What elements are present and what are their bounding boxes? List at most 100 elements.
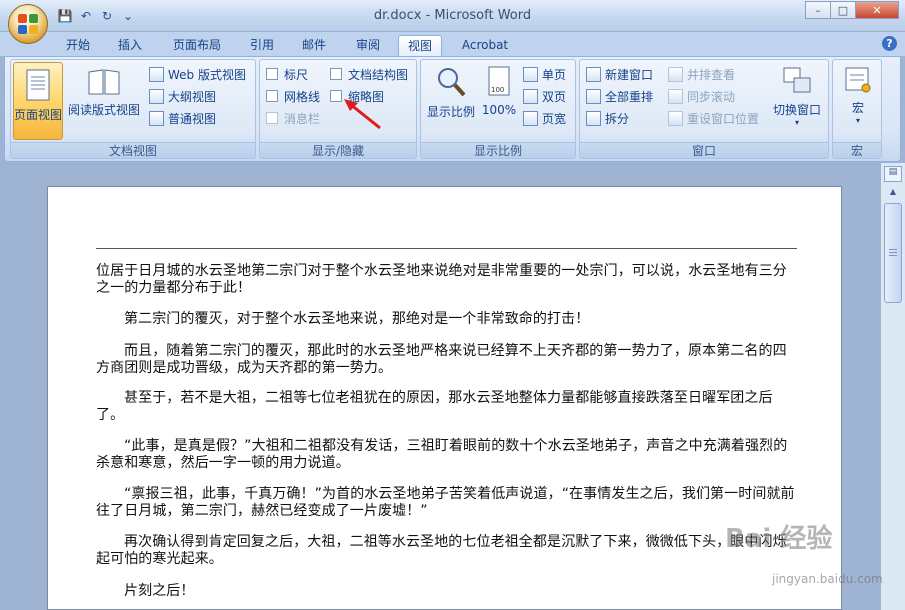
zoom-button[interactable]: 显示比例 xyxy=(425,66,477,120)
group-show-hide: 标尺 网格线 消息栏 文档结构图 缩略图 显示/隐藏 xyxy=(259,59,417,159)
tab-references[interactable]: 引用 xyxy=(242,35,282,56)
svg-text:100: 100 xyxy=(491,86,504,94)
one-page-icon xyxy=(523,66,538,82)
outline-icon xyxy=(149,88,164,104)
message-bar-check-icon xyxy=(266,112,278,124)
paragraph[interactable]: “此事，是真是假？”大祖和二祖都没有发话，三祖盯着眼前的数十个水云圣地弟子，声音… xyxy=(96,438,800,472)
maximize-button[interactable]: □ xyxy=(830,1,856,19)
new-window-label: 新建窗口 xyxy=(605,67,654,82)
ribbon: 页面视图 阅读版式视图 Web 版式视图 大纲视图 普通视图 文档视图 标尺 网… xyxy=(4,56,901,162)
title-bar: 💾 ↶ ↻ ⌄ dr.docx - Microsoft Word – □ ✕ xyxy=(0,0,905,32)
group-label-window: 窗口 xyxy=(580,142,828,158)
two-pages-icon xyxy=(523,88,538,104)
side-by-side-button[interactable]: 并排查看 xyxy=(668,64,735,84)
draft-label: 普通视图 xyxy=(168,111,217,126)
gridlines-label: 网格线 xyxy=(284,89,321,104)
gridlines-check-icon xyxy=(266,90,278,102)
group-label-show-hide: 显示/隐藏 xyxy=(260,142,416,158)
zoom-label: 显示比例 xyxy=(426,105,475,119)
print-layout-icon xyxy=(26,69,50,101)
macros-icon xyxy=(845,67,871,93)
group-label-macros: 宏 xyxy=(833,142,881,158)
message-bar-checkbox[interactable]: 消息栏 xyxy=(266,108,320,128)
tab-acrobat[interactable]: Acrobat xyxy=(452,35,518,56)
macros-dropdown-icon: ▾ xyxy=(855,116,860,125)
tab-review[interactable]: 审阅 xyxy=(346,35,390,56)
page-100-icon: 100 xyxy=(488,66,510,96)
scrollbar-thumb[interactable] xyxy=(884,203,902,303)
ruler-checkbox[interactable]: 标尺 xyxy=(266,64,308,84)
full-screen-reading-label: 阅读版式视图 xyxy=(67,103,140,117)
reading-layout-icon xyxy=(88,69,120,95)
reset-position-button[interactable]: 重设窗口位置 xyxy=(668,108,759,128)
office-logo-icon xyxy=(18,14,38,34)
switch-windows-dropdown-icon: ▾ xyxy=(794,118,799,127)
macros-button[interactable]: 宏 ▾ xyxy=(839,66,877,125)
sync-scroll-icon xyxy=(668,88,683,104)
draft-button[interactable]: 普通视图 xyxy=(149,108,216,128)
gridlines-checkbox[interactable]: 网格线 xyxy=(266,86,320,106)
paragraph[interactable]: 而且，随着第二宗门的覆灭，那此时的水云圣地严格来说已经算不上天齐郡的第一势力了，… xyxy=(96,343,800,377)
ruler-label: 标尺 xyxy=(284,67,309,82)
document-page[interactable]: 位居于日月城的水云圣地第二宗门对于整个水云圣地来说绝对是非常重要的一处宗门，可以… xyxy=(47,186,842,610)
macros-label: 宏 xyxy=(851,101,864,115)
tab-view[interactable]: 视图 xyxy=(398,35,442,56)
window-controls: – □ ✕ xyxy=(805,1,899,19)
sync-scroll-button[interactable]: 同步滚动 xyxy=(668,86,735,106)
paragraph[interactable]: “禀报三祖，此事，千真万确！”为首的水云圣地弟子苦笑着低声说道，“在事情发生之后… xyxy=(96,486,800,520)
print-layout-label: 页面视图 xyxy=(14,108,63,122)
paragraph[interactable]: 甚至于，若不是大祖，二祖等七位老祖犹在的原因，那水云圣地整体力量都能够直接跌落至… xyxy=(96,390,800,424)
window-title: dr.docx - Microsoft Word xyxy=(373,8,532,23)
paragraph[interactable]: 片刻之后！ xyxy=(96,583,800,600)
outline-label: 大纲视图 xyxy=(168,89,217,104)
switch-windows-icon xyxy=(783,67,811,93)
side-by-side-icon xyxy=(668,66,683,82)
close-button[interactable]: ✕ xyxy=(855,1,899,19)
paragraph[interactable]: 第二宗门的覆灭，对于整个水云圣地来说，那绝对是一个非常致命的打击！ xyxy=(96,311,800,328)
tab-mailings[interactable]: 邮件 xyxy=(294,35,334,56)
arrange-all-label: 全部重排 xyxy=(605,89,654,104)
document-map-checkbox[interactable]: 文档结构图 xyxy=(330,64,408,84)
watermark-url: jingyan.baidu.com xyxy=(772,572,883,586)
tab-home[interactable]: 开始 xyxy=(58,35,98,56)
two-pages-label: 双页 xyxy=(542,89,567,104)
draft-icon xyxy=(149,110,164,126)
zoom-100-button[interactable]: 100 100% xyxy=(479,66,519,117)
switch-windows-label: 切换窗口 xyxy=(772,103,821,117)
arrange-all-button[interactable]: 全部重排 xyxy=(586,86,653,106)
view-ruler-icon[interactable]: ▤ xyxy=(884,166,902,182)
one-page-button[interactable]: 单页 xyxy=(523,64,566,84)
print-layout-button[interactable]: 页面视图 xyxy=(13,62,63,140)
sync-scroll-label: 同步滚动 xyxy=(687,89,736,104)
zoom-100-label: 100% xyxy=(481,103,517,117)
minimize-button[interactable]: – xyxy=(805,1,831,19)
office-button[interactable] xyxy=(8,4,48,44)
tab-insert[interactable]: 插入 xyxy=(110,35,150,56)
group-document-views: 页面视图 阅读版式视图 Web 版式视图 大纲视图 普通视图 文档视图 xyxy=(10,59,256,159)
tab-page-layout[interactable]: 页面布局 xyxy=(162,35,232,56)
watermark: Bai 经验 xyxy=(725,524,833,554)
page-width-button[interactable]: 页宽 xyxy=(523,108,566,128)
group-label-document-views: 文档视图 xyxy=(11,142,255,158)
web-layout-icon xyxy=(149,66,164,82)
outline-button[interactable]: 大纲视图 xyxy=(149,86,216,106)
scroll-up-icon[interactable]: ▲ xyxy=(884,187,902,201)
header-divider xyxy=(96,248,797,249)
switch-windows-button[interactable]: 切换窗口 ▾ xyxy=(770,66,824,127)
help-icon[interactable]: ? xyxy=(882,36,897,51)
web-layout-button[interactable]: Web 版式视图 xyxy=(149,64,246,84)
split-button[interactable]: 拆分 xyxy=(586,108,629,128)
vertical-scrollbar[interactable]: ▤ ▲ xyxy=(880,163,905,610)
split-label: 拆分 xyxy=(605,111,630,126)
page-width-label: 页宽 xyxy=(542,111,567,126)
side-by-side-label: 并排查看 xyxy=(687,67,736,82)
arrange-all-icon xyxy=(586,88,601,104)
paragraph[interactable]: 位居于日月城的水云圣地第二宗门对于整个水云圣地来说绝对是非常重要的一处宗门，可以… xyxy=(96,263,800,297)
ruler-check-icon xyxy=(266,68,278,80)
two-pages-button[interactable]: 双页 xyxy=(523,86,566,106)
full-screen-reading-button[interactable]: 阅读版式视图 xyxy=(67,68,141,118)
new-window-button[interactable]: 新建窗口 xyxy=(586,64,653,84)
paragraph[interactable]: 再次确认得到肯定回复之后，大祖，二祖等水云圣地的七位老祖全都是沉默了下来，微微低… xyxy=(96,534,800,568)
message-bar-label: 消息栏 xyxy=(284,111,321,126)
page-width-icon xyxy=(523,110,538,126)
